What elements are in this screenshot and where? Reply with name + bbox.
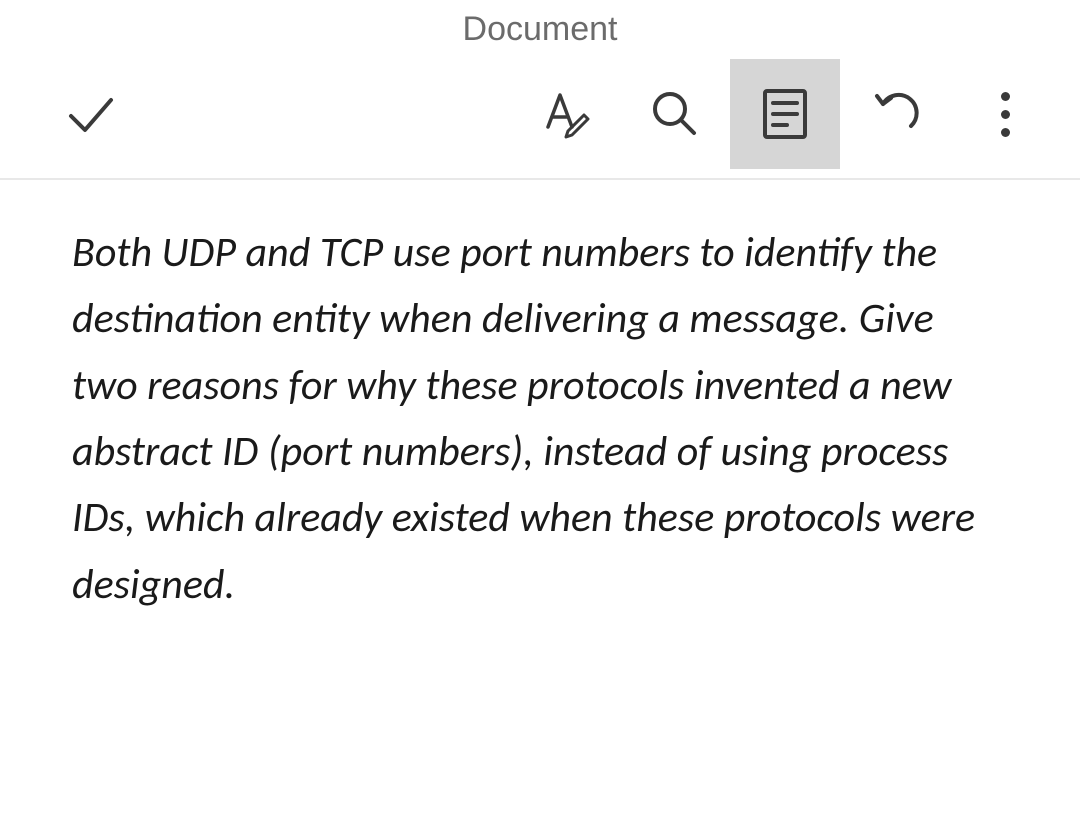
more-vertical-icon [1001,92,1010,137]
search-button[interactable] [620,59,730,169]
page-layout-button[interactable] [730,59,840,169]
text-edit-button[interactable] [510,59,620,169]
toolbar [0,50,1080,180]
undo-button[interactable] [840,59,950,169]
text-edit-icon [538,87,592,141]
document-paragraph: Both UDP and TCP use port numbers to ide… [72,220,1008,618]
title-bar: Document [0,0,1080,50]
document-body[interactable]: Both UDP and TCP use port numbers to ide… [0,180,1080,618]
done-button[interactable] [36,59,146,169]
toolbar-left [0,59,146,169]
checkmark-icon [63,86,119,142]
search-icon [648,87,702,141]
undo-icon [867,86,923,142]
toolbar-right [510,59,1060,169]
document-title: Document [463,10,618,49]
page-layout-icon [761,87,809,141]
more-button[interactable] [950,59,1060,169]
